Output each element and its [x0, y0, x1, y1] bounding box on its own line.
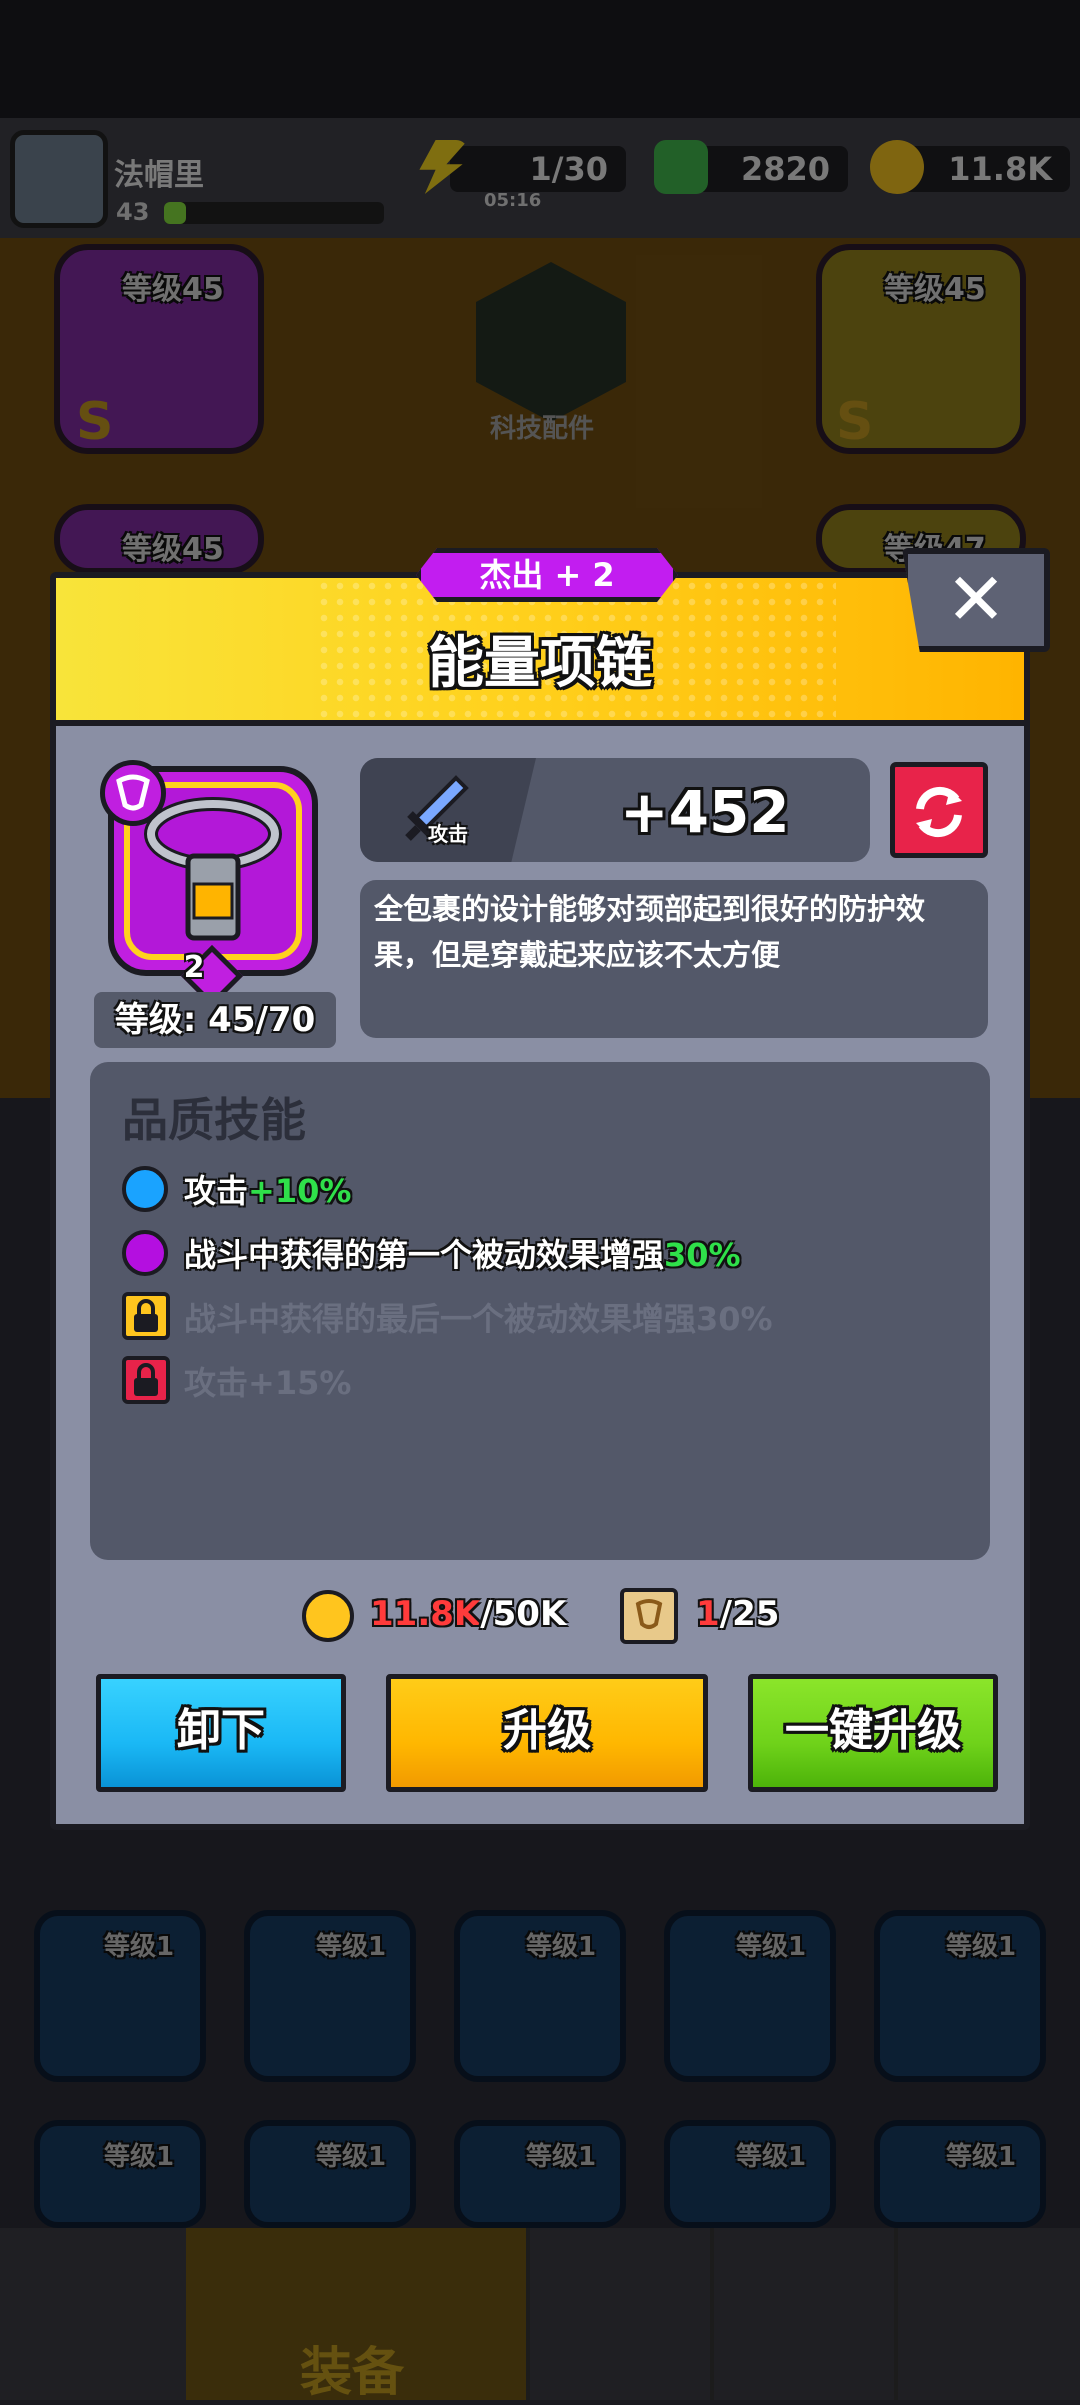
- stat-type-area: 攻击: [360, 758, 536, 862]
- skills-title: 品质技能: [122, 1093, 306, 1147]
- item-description: 全包裹的设计能够对颈部起到很好的防护效果，但是穿戴起来应该不太方便: [360, 880, 988, 1038]
- upgrade-button[interactable]: 升级: [386, 1674, 708, 1792]
- coin-cost: 11.8K/50K: [370, 1594, 567, 1634]
- coin-icon: [302, 1590, 354, 1642]
- stat-box: 攻击 +452: [360, 758, 870, 862]
- refresh-icon: [916, 786, 962, 838]
- one-click-upgrade-button[interactable]: 一键升级: [748, 1674, 998, 1792]
- rarity-tag: 杰出 + 2: [416, 548, 678, 602]
- unequip-button[interactable]: 卸下: [96, 1674, 346, 1792]
- close-icon: ✕: [945, 557, 1007, 641]
- skill-purple-dot-icon: [122, 1230, 168, 1276]
- lock-icon: [122, 1292, 170, 1340]
- item-name: 能量项链: [428, 631, 652, 696]
- item-detail-modal: 能量项链 杰出 + 2 2 等级: 45/70 攻击 +452 全包裹的设计能够…: [50, 548, 1030, 1830]
- skill-text: 战斗中获得的第一个被动效果增强30%: [184, 1236, 741, 1274]
- stat-value: +452: [620, 778, 790, 846]
- skill-blue-dot-icon: [122, 1166, 168, 1212]
- item-badge-number: 2: [183, 950, 205, 985]
- close-button[interactable]: ✕: [902, 548, 1050, 652]
- necklace-category-icon: [100, 760, 166, 826]
- skill-text: 战斗中获得的最后一个被动效果增强30%: [184, 1300, 773, 1338]
- lock-icon: [122, 1356, 170, 1404]
- scroll-cost: 1/25: [696, 1594, 780, 1634]
- upgrade-scroll-icon: [620, 1588, 678, 1644]
- skill-text: 攻击+10%: [184, 1172, 352, 1210]
- quality-skills-panel: 品质技能 攻击+10% 战斗中获得的第一个被动效果增强30% 战斗中获得的最后一…: [90, 1062, 990, 1560]
- stat-label: 攻击: [428, 822, 468, 846]
- upgrade-cost: 11.8K/50K 1/25: [56, 1586, 1024, 1646]
- skill-text: 攻击+15%: [184, 1364, 352, 1402]
- reroll-button[interactable]: [890, 762, 988, 858]
- item-level: 等级: 45/70: [94, 992, 336, 1048]
